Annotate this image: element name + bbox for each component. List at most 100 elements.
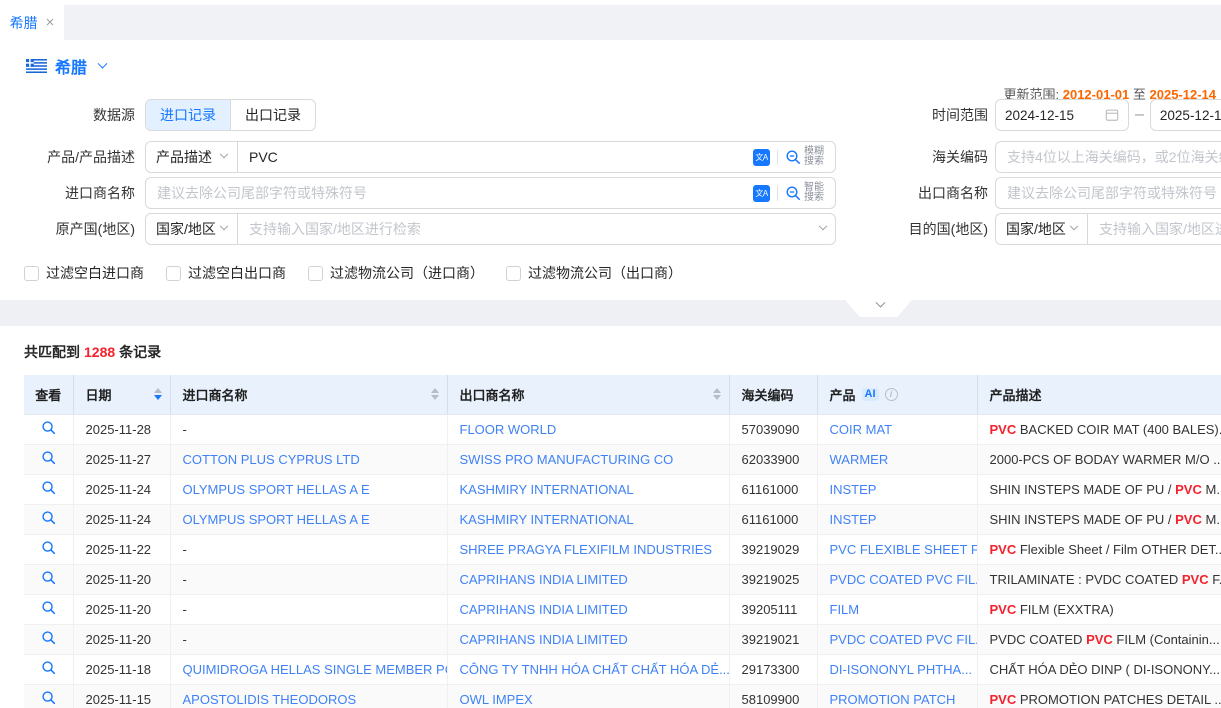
sort-desc-icon[interactable]: [713, 395, 721, 400]
importer-label: 进口商名称: [24, 183, 135, 203]
product-link[interactable]: DI-ISONONYL PHTHA...: [830, 662, 973, 677]
sort-desc-icon[interactable]: [431, 395, 439, 400]
product-link[interactable]: COIR MAT: [830, 422, 893, 437]
view-record-icon[interactable]: [41, 480, 56, 495]
product-type-select[interactable]: 产品描述: [146, 142, 238, 172]
smart-search-button[interactable]: 智能搜索: [785, 183, 826, 203]
sort-asc-icon[interactable]: [431, 388, 439, 393]
tab-greece[interactable]: 希腊 ×: [0, 5, 64, 40]
sort-carets[interactable]: [431, 388, 439, 400]
filter-checkbox-item[interactable]: 过滤物流公司（进口商）: [308, 263, 484, 283]
importer-link[interactable]: QUIMIDROGA HELLAS SINGLE MEMBER PC: [183, 662, 448, 677]
close-icon[interactable]: ×: [46, 15, 55, 30]
destination-country-input[interactable]: [1088, 214, 1221, 244]
view-cell: [24, 534, 73, 564]
exporter-link[interactable]: CÔNG TY TNHH HÓA CHẤT CHẤT HÓA DẺ...: [460, 662, 730, 677]
importer-link[interactable]: APOSTOLIDIS THEODOROS: [183, 692, 357, 707]
date-cell: 2025-11-24: [73, 474, 170, 504]
hs-code-input[interactable]: [996, 142, 1221, 172]
exporter-link[interactable]: CAPRIHANS INDIA LIMITED: [460, 572, 628, 587]
exporter-link[interactable]: SWISS PRO MANUFACTURING CO: [460, 452, 674, 467]
results-table: 查看日期进口商名称出口商名称海关编码产品AIi产品描述 2025-11-28-F…: [24, 375, 1221, 708]
checkbox[interactable]: [24, 266, 39, 281]
filter-checkbox-item[interactable]: 过滤物流公司（出口商）: [506, 263, 682, 283]
checkbox-label: 过滤物流公司（出口商）: [528, 263, 682, 283]
sort-carets[interactable]: [713, 388, 721, 400]
data-source-option[interactable]: 出口记录: [230, 100, 315, 130]
product-link[interactable]: WARMER: [830, 452, 889, 467]
exporter-input[interactable]: [996, 178, 1221, 208]
column-header-importer[interactable]: 进口商名称: [170, 375, 447, 414]
product-description-cell: PVC Flexible Sheet / Film OTHER DET...: [977, 534, 1221, 564]
sort-carets[interactable]: [154, 388, 162, 400]
sort-asc-icon[interactable]: [154, 388, 162, 393]
translate-icon[interactable]: 文A: [753, 149, 770, 166]
checkbox[interactable]: [308, 266, 323, 281]
view-record-icon[interactable]: [41, 450, 56, 465]
column-header-date[interactable]: 日期: [73, 375, 170, 414]
exporter-cell: CAPRIHANS INDIA LIMITED: [447, 594, 729, 624]
column-header-exporter[interactable]: 出口商名称: [447, 375, 729, 414]
product-link[interactable]: INSTEP: [830, 512, 877, 527]
product-link[interactable]: INSTEP: [830, 482, 877, 497]
importer-link[interactable]: COTTON PLUS CYPRUS LTD: [183, 452, 360, 467]
exporter-link[interactable]: OWL IMPEX: [460, 692, 533, 707]
table-row: 2025-11-27 COTTON PLUS CYPRUS LTD SWISS PR…: [24, 444, 1221, 474]
exporter-link[interactable]: CAPRIHANS INDIA LIMITED: [460, 602, 628, 617]
date-start-input[interactable]: 2024-12-15: [995, 99, 1129, 131]
exporter-link[interactable]: FLOOR WORLD: [460, 422, 557, 437]
chevron-down-icon[interactable]: [819, 222, 827, 230]
product-link[interactable]: PVDC COATED PVC FIL...: [830, 632, 978, 647]
importer-link[interactable]: OLYMPUS SPORT HELLAS A E: [183, 482, 370, 497]
view-record-icon[interactable]: [41, 510, 56, 525]
view-record-icon[interactable]: [41, 540, 56, 555]
product-link[interactable]: PVC FLEXIBLE SHEET F...: [830, 542, 978, 557]
filter-checkbox-row: 过滤空白进口商 过滤空白出口商 过滤物流公司（进口商） 过滤物流公司（出口商）: [0, 265, 1221, 281]
origin-country-select[interactable]: 国家/地区: [146, 214, 238, 244]
product-link[interactable]: PVDC COATED PVC FIL...: [830, 572, 978, 587]
product-cell: PVC FLEXIBLE SHEET F...: [817, 534, 977, 564]
exporter-cell: SWISS PRO MANUFACTURING CO: [447, 444, 729, 474]
view-record-icon[interactable]: [41, 690, 56, 705]
view-record-icon[interactable]: [41, 660, 56, 675]
filter-checkbox-item[interactable]: 过滤空白进口商: [24, 263, 144, 283]
chevron-down-icon: [1070, 222, 1078, 230]
view-record-icon[interactable]: [41, 570, 56, 585]
importer-cell: APOSTOLIDIS THEODOROS: [170, 684, 447, 708]
exporter-link[interactable]: KASHMIRY INTERNATIONAL: [460, 512, 634, 527]
importer-link[interactable]: OLYMPUS SPORT HELLAS A E: [183, 512, 370, 527]
chevron-down-icon[interactable]: [98, 58, 108, 68]
view-record-icon[interactable]: [41, 420, 56, 435]
collapse-filters-button[interactable]: [845, 300, 912, 317]
filter-row-origin: 原产国(地区) 国家/地区 目的国(地区) 国家/地区: [0, 213, 1221, 245]
table-row: 2025-11-24 OLYMPUS SPORT HELLAS A E KASHMI…: [24, 474, 1221, 504]
checkbox[interactable]: [166, 266, 181, 281]
checkbox[interactable]: [506, 266, 521, 281]
translate-icon[interactable]: 文A: [753, 185, 770, 202]
exporter-link[interactable]: KASHMIRY INTERNATIONAL: [460, 482, 634, 497]
data-source-option[interactable]: 进口记录: [146, 100, 230, 130]
destination-country-select[interactable]: 国家/地区: [996, 214, 1088, 244]
view-record-icon[interactable]: [41, 630, 56, 645]
column-label: 出口商名称: [460, 385, 525, 404]
highlighted-keyword: PVC: [990, 602, 1017, 617]
fuzzy-search-button[interactable]: 模糊搜索: [785, 147, 826, 167]
filter-checkbox-item[interactable]: 过滤空白出口商: [166, 263, 286, 283]
date-cell: 2025-11-27: [73, 444, 170, 474]
sort-desc-icon[interactable]: [154, 395, 162, 400]
info-icon[interactable]: i: [885, 388, 898, 401]
product-link[interactable]: PROMOTION PATCH: [830, 692, 956, 707]
exporter-link[interactable]: CAPRIHANS INDIA LIMITED: [460, 632, 628, 647]
product-input[interactable]: [238, 142, 753, 172]
page-header: 希腊: [0, 40, 1221, 79]
importer-input[interactable]: [146, 178, 753, 208]
exporter-link[interactable]: SHREE PRAGYA FLEXIFILM INDUSTRIES: [460, 542, 713, 557]
origin-country-input[interactable]: [238, 214, 816, 244]
view-record-icon[interactable]: [41, 600, 56, 615]
product-link[interactable]: FILM: [830, 602, 860, 617]
table-row: 2025-11-18QUIMIDROGA HELLAS SINGLE MEMBE…: [24, 654, 1221, 684]
exporter-cell: KASHMIRY INTERNATIONAL: [447, 504, 729, 534]
date-cell: 2025-11-20: [73, 594, 170, 624]
sort-asc-icon[interactable]: [713, 388, 721, 393]
date-end-input[interactable]: 2025-12-14: [1150, 99, 1221, 131]
